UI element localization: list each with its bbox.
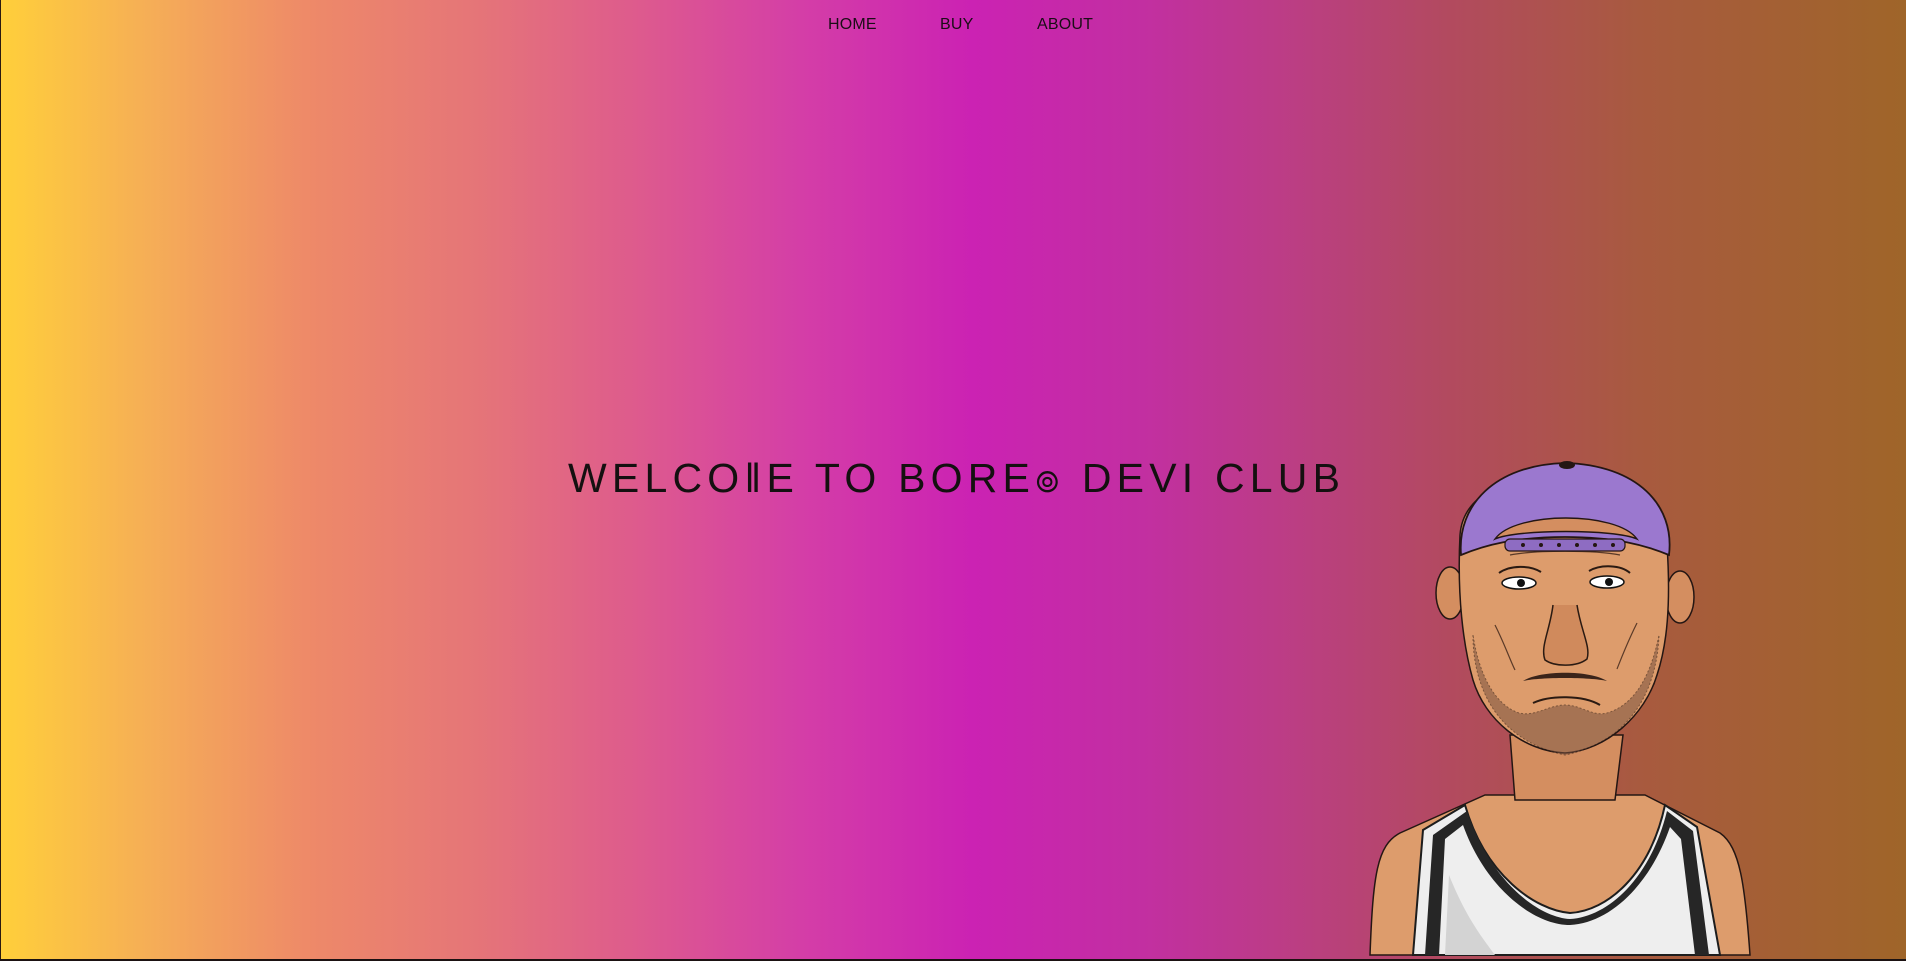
top-navigation: HOME BUY ABOUT	[0, 12, 1906, 38]
avatar-left-pupil	[1517, 579, 1525, 587]
avatar-right-ear	[1665, 570, 1695, 624]
hero-headline: WELCO‖E TO BORE๏ DEVI CLUB	[568, 455, 1346, 501]
avatar-cap-button	[1559, 461, 1575, 469]
avatar-right-pupil	[1605, 578, 1613, 586]
bored-dev-avatar-image	[1369, 461, 1751, 956]
nav-link-home[interactable]: HOME	[828, 12, 877, 38]
nav-link-about[interactable]: ABOUT	[1037, 12, 1093, 38]
nav-link-buy[interactable]: BUY	[940, 12, 974, 38]
left-edge-divider	[0, 0, 1, 961]
